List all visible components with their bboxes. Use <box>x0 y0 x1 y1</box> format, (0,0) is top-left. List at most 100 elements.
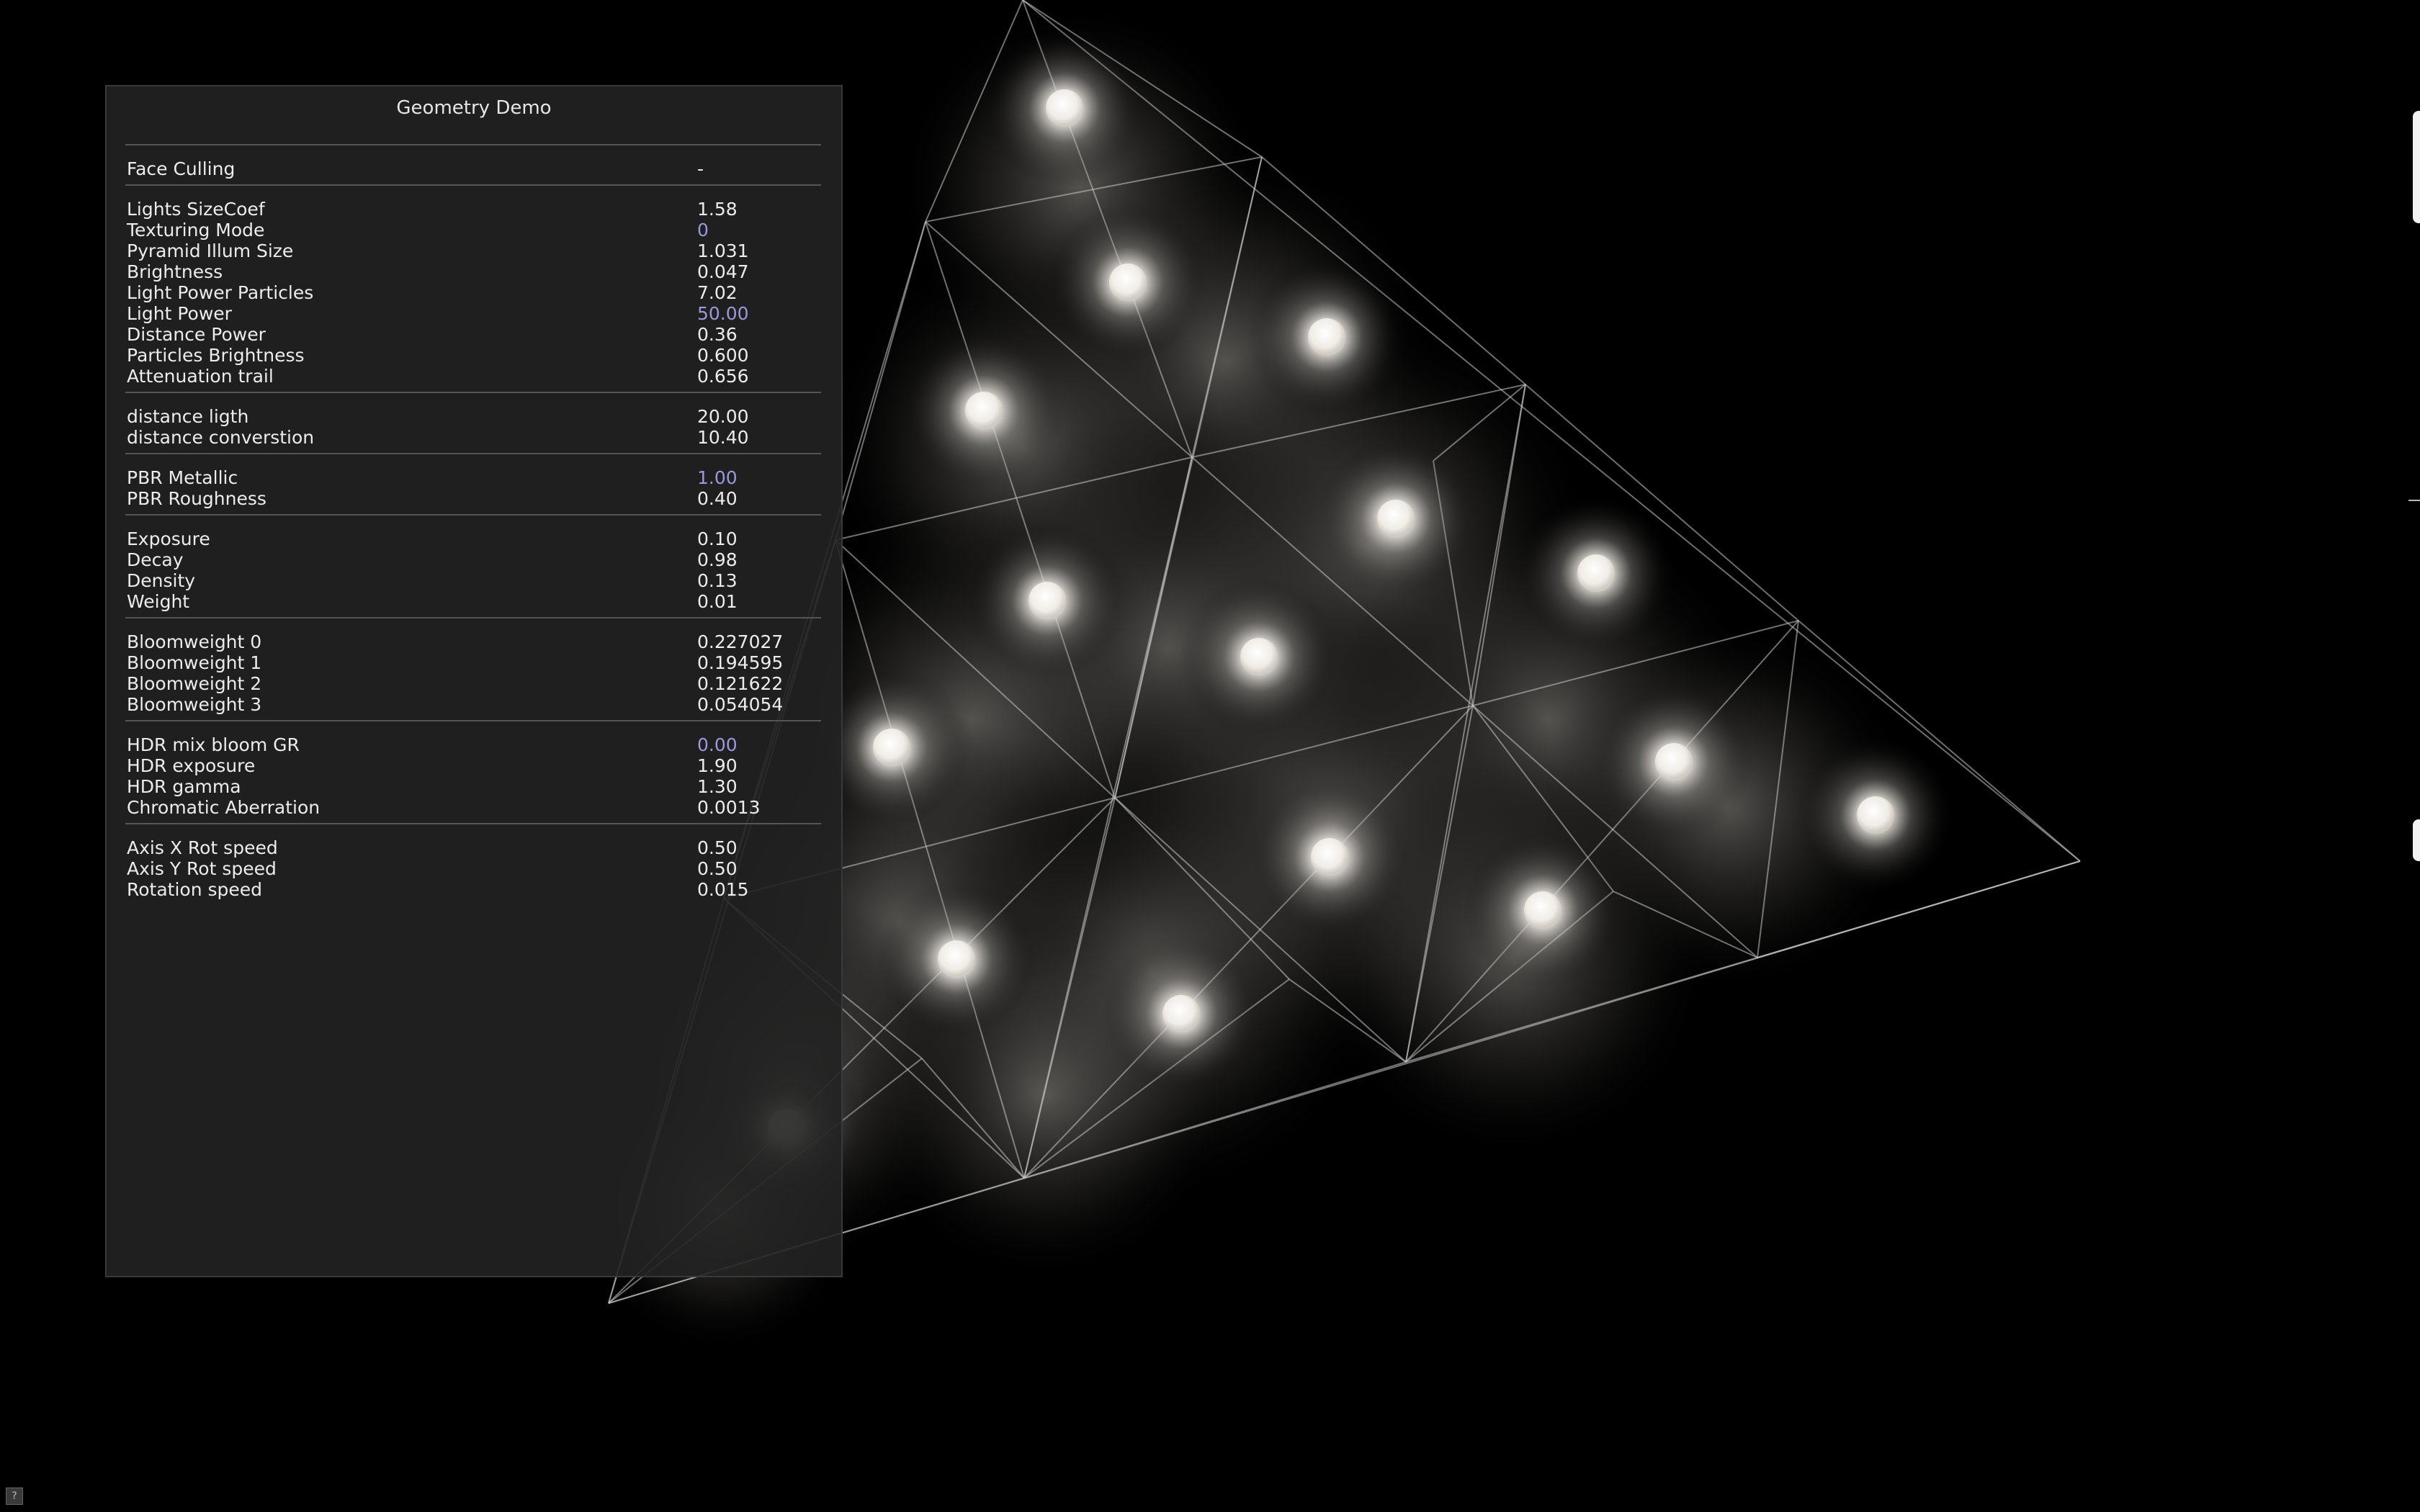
setting-value[interactable]: 50.00 <box>697 303 749 324</box>
setting-row[interactable]: Density 0.13 <box>127 570 818 591</box>
group-separator <box>125 184 821 186</box>
setting-value[interactable]: 0.227027 <box>697 631 783 652</box>
setting-value[interactable]: 1.031 <box>697 240 749 261</box>
setting-row[interactable]: Particles Brightness 0.600 <box>127 345 818 366</box>
setting-value[interactable]: 0.36 <box>697 324 738 345</box>
setting-value[interactable]: - <box>697 158 704 179</box>
light-orb <box>1240 638 1278 675</box>
setting-row[interactable]: HDR gamma 1.30 <box>127 776 818 797</box>
setting-label: Chromatic Aberration <box>127 797 321 818</box>
setting-row[interactable]: distance ligth 20.00 <box>127 406 818 427</box>
setting-value[interactable]: 1.90 <box>697 755 738 776</box>
setting-row[interactable]: PBR Metallic 1.00 <box>127 467 818 488</box>
setting-row[interactable]: Exposure 0.10 <box>127 528 818 549</box>
setting-value[interactable]: 0.656 <box>697 366 749 387</box>
setting-label: Bloomweight 3 <box>127 694 262 715</box>
setting-value[interactable]: 10.40 <box>697 427 749 448</box>
setting-label: HDR gamma <box>127 776 241 797</box>
setting-label: Light Power Particles <box>127 282 314 303</box>
setting-label: Density <box>127 570 196 591</box>
setting-label: Bloomweight 1 <box>127 652 262 673</box>
setting-label: PBR Roughness <box>127 488 266 509</box>
setting-value[interactable]: 0.50 <box>697 837 738 858</box>
setting-label: Bloomweight 0 <box>127 631 262 652</box>
right-edge-tab-bottom[interactable] <box>2413 819 2420 861</box>
setting-label: Axis X Rot speed <box>127 837 278 858</box>
setting-row[interactable]: Chromatic Aberration 0.0013 <box>127 797 818 818</box>
setting-label: HDR exposure <box>127 755 256 776</box>
setting-row[interactable]: Brightness 0.047 <box>127 261 818 282</box>
setting-value[interactable]: 0.13 <box>697 570 738 591</box>
setting-row[interactable]: Bloomweight 3 0.054054 <box>127 694 818 715</box>
render-viewport[interactable]: Geometry Demo Face Culling - Lights SizeCo… <box>0 0 2420 1512</box>
setting-value[interactable]: 1.58 <box>697 199 738 220</box>
setting-row[interactable]: Face Culling - <box>127 158 818 179</box>
light-orb <box>965 392 1003 429</box>
setting-value[interactable]: 0.121622 <box>697 673 783 694</box>
setting-value[interactable]: 0.98 <box>697 549 738 570</box>
setting-row[interactable]: Pyramid Illum Size 1.031 <box>127 240 818 261</box>
right-edge-tab-top[interactable] <box>2413 111 2420 223</box>
setting-label: PBR Metallic <box>127 467 238 488</box>
light-orb <box>1524 891 1561 929</box>
setting-row[interactable]: HDR mix bloom GR 0.00 <box>127 734 818 755</box>
setting-value[interactable]: 20.00 <box>697 406 749 427</box>
light-orb <box>938 940 975 978</box>
setting-value[interactable]: 0.10 <box>697 528 738 549</box>
setting-row[interactable]: Light Power Particles 7.02 <box>127 282 818 303</box>
setting-row[interactable]: Bloomweight 0 0.227027 <box>127 631 818 652</box>
setting-value[interactable]: 7.02 <box>697 282 738 303</box>
setting-label: Pyramid Illum Size <box>127 240 294 261</box>
setting-label: Lights SizeCoef <box>127 199 265 220</box>
setting-value[interactable]: 0.600 <box>697 345 749 366</box>
setting-row[interactable]: Bloomweight 2 0.121622 <box>127 673 818 694</box>
setting-value[interactable]: 1.30 <box>697 776 738 797</box>
setting-label: Brightness <box>127 261 223 282</box>
settings-panel: Geometry Demo Face Culling - Lights SizeCo… <box>105 85 843 1277</box>
setting-label: distance converstion <box>127 427 315 448</box>
setting-value[interactable]: 0.01 <box>697 591 738 612</box>
light-orb <box>1162 995 1200 1032</box>
setting-row[interactable]: Lights SizeCoef 1.58 <box>127 199 818 220</box>
setting-value[interactable]: 0.015 <box>697 879 749 900</box>
setting-row[interactable]: Distance Power 0.36 <box>127 324 818 345</box>
setting-value[interactable]: 0.50 <box>697 858 738 879</box>
setting-value[interactable]: 1.00 <box>697 467 738 488</box>
setting-label: Decay <box>127 549 184 570</box>
setting-row[interactable]: Decay 0.98 <box>127 549 818 570</box>
group-separator <box>125 144 821 145</box>
setting-row[interactable]: HDR exposure 1.90 <box>127 755 818 776</box>
setting-row[interactable]: Weight 0.01 <box>127 591 818 612</box>
setting-row[interactable]: Light Power 50.00 <box>127 303 818 324</box>
setting-value[interactable]: 0.00 <box>697 734 738 755</box>
light-orb <box>1857 796 1894 834</box>
setting-row[interactable]: distance converstion 10.40 <box>127 427 818 448</box>
setting-row[interactable]: PBR Roughness 0.40 <box>127 488 818 509</box>
setting-label: Light Power <box>127 303 232 324</box>
setting-row[interactable]: Texturing Mode 0 <box>127 220 818 240</box>
right-edge-tick <box>2408 500 2420 501</box>
setting-value[interactable]: 0.047 <box>697 261 749 282</box>
setting-value[interactable]: 0.054054 <box>697 694 783 715</box>
light-orb <box>1308 318 1345 356</box>
setting-value[interactable]: 0.0013 <box>697 797 760 818</box>
setting-label: HDR mix bloom GR <box>127 734 300 755</box>
light-orb <box>873 729 910 766</box>
light-orb <box>1109 264 1147 301</box>
light-orb <box>1655 743 1693 780</box>
setting-value[interactable]: 0.40 <box>697 488 738 509</box>
setting-row[interactable]: Attenuation trail 0.656 <box>127 366 818 387</box>
setting-label: Texturing Mode <box>127 220 265 240</box>
setting-label: Distance Power <box>127 324 266 345</box>
setting-value[interactable]: 0 <box>697 220 709 240</box>
setting-row[interactable]: Axis Y Rot speed 0.50 <box>127 858 818 879</box>
setting-value[interactable]: 0.194595 <box>697 652 783 673</box>
setting-row[interactable]: Bloomweight 1 0.194595 <box>127 652 818 673</box>
light-orb <box>1311 838 1348 876</box>
setting-row[interactable]: Axis X Rot speed 0.50 <box>127 837 818 858</box>
help-button[interactable]: ? <box>6 1488 23 1505</box>
setting-label: distance ligth <box>127 406 249 427</box>
setting-row[interactable]: Rotation speed 0.015 <box>127 879 818 900</box>
setting-label: Particles Brightness <box>127 345 305 366</box>
setting-label: Face Culling <box>127 158 236 179</box>
